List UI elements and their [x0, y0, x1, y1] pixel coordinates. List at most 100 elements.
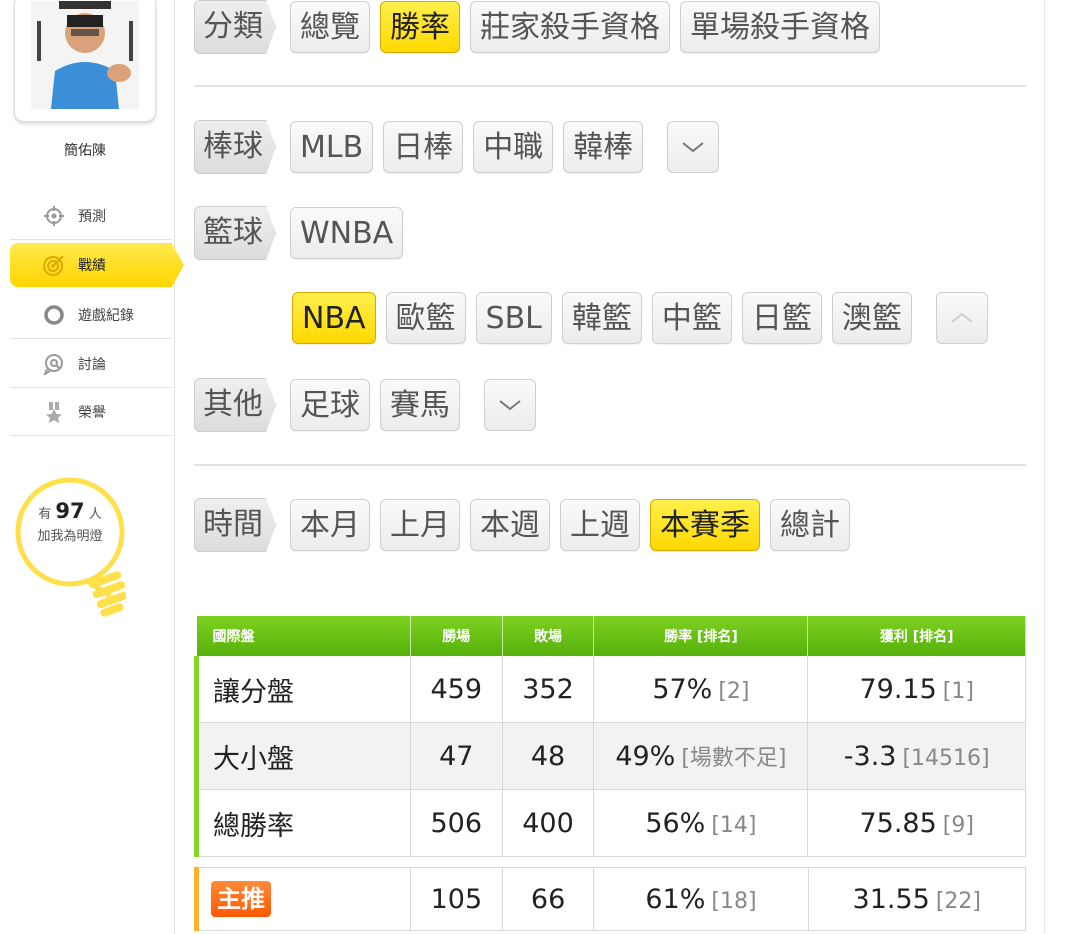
basketball-option-sbl[interactable]: SBL: [475, 292, 552, 344]
divider: [194, 464, 1026, 466]
basketball-option-nbl[interactable]: 澳籃: [831, 292, 912, 344]
crosshair-icon: [40, 205, 68, 227]
rate-rank: [2]: [718, 678, 750, 704]
nav-record[interactable]: 戰績: [10, 243, 184, 287]
row-profit: 31.55 [22]: [808, 867, 1026, 931]
row-losses: 352: [502, 656, 595, 723]
featured-name-cell: 主推: [193, 867, 412, 931]
user-name: 簡佑陳: [64, 143, 106, 159]
basketball-option-kbl[interactable]: 韓籃: [561, 292, 642, 344]
category-option-banker-killer[interactable]: 莊家殺手資格: [470, 1, 670, 53]
row-win-rate: 57% [2]: [593, 656, 809, 723]
target-icon: [40, 253, 68, 277]
basketball-filter: 籃球 WNBA: [194, 206, 413, 260]
other-option-soccer[interactable]: 足球: [290, 379, 370, 431]
basketball-option-wnba[interactable]: WNBA: [290, 207, 404, 259]
nav-label: 戰績: [78, 258, 106, 274]
nav-label: 遊戲紀錄: [78, 307, 134, 324]
table-row: 總勝率 506 400 56% [14] 75.85 [9]: [194, 789, 1026, 857]
chat-search-icon: [40, 353, 68, 375]
header-market: 國際盤: [196, 616, 411, 656]
row-losses: 400: [502, 789, 595, 857]
chevron-down-icon: [682, 142, 704, 153]
baseball-expand-button[interactable]: [667, 121, 720, 173]
baseball-filter: 棒球 MLB 日棒 中職 韓棒: [194, 120, 720, 174]
profit-rank: [1]: [942, 678, 974, 704]
nav-discuss[interactable]: 討論: [10, 340, 172, 388]
table-row: 讓分盤 459 352 57% [2] 79.15 [1]: [194, 656, 1026, 723]
time-option-last-week[interactable]: 上週: [560, 499, 640, 551]
header-win-rate: 勝率 [排名]: [593, 616, 809, 656]
stats-table: 國際盤 勝場 敗場 勝率 [排名] 獲利 [排名] 讓分盤 459 352 57…: [194, 616, 1026, 857]
table-header-row: 國際盤 勝場 敗場 勝率 [排名] 獲利 [排名]: [196, 616, 1026, 656]
time-option-this-week[interactable]: 本週: [470, 499, 550, 551]
profit-value: 75.85: [859, 807, 937, 839]
row-name: 總勝率: [194, 789, 411, 857]
baseball-option-cpbl[interactable]: 中職: [473, 121, 554, 173]
category-option-winrate[interactable]: 勝率: [380, 1, 460, 53]
basketball-option-cba[interactable]: 中籃: [651, 292, 732, 344]
header-wins: 勝場: [410, 616, 503, 656]
profit-rank: [9]: [942, 812, 974, 838]
time-option-last-month[interactable]: 上月: [380, 499, 460, 551]
fans-suffix: 人: [88, 507, 102, 522]
profit-value: 79.15: [859, 673, 937, 705]
time-option-this-month[interactable]: 本月: [290, 499, 370, 551]
nav-honor[interactable]: 榮譽: [10, 388, 172, 436]
fans-counter[interactable]: 有 97 人 加我為明燈: [18, 500, 122, 548]
fans-cta: 加我為明燈: [37, 529, 103, 544]
rate-value: 57%: [652, 673, 713, 705]
other-option-horse-racing[interactable]: 賽馬: [380, 379, 460, 431]
avatar[interactable]: [14, 0, 156, 122]
baseball-option-kbo[interactable]: 韓棒: [563, 121, 644, 173]
basketball-tag: 籃球: [194, 206, 276, 260]
baseball-tag: 棒球: [194, 120, 276, 174]
row-profit: 79.15 [1]: [807, 656, 1026, 723]
row-profit: 75.85 [9]: [807, 789, 1026, 857]
nav-game-log[interactable]: 遊戲紀錄: [10, 291, 172, 339]
header-profit: 獲利 [排名]: [807, 616, 1026, 656]
row-profit: -3.3 [14516]: [807, 722, 1026, 790]
category-option-single-killer[interactable]: 單場殺手資格: [680, 1, 880, 53]
table-row: 大小盤 47 48 49% [場數不足] -3.3 [14516]: [194, 722, 1026, 790]
baseball-option-npb[interactable]: 日棒: [383, 121, 464, 173]
featured-row: 主推 105 66 61% [18] 31.55 [22]: [193, 867, 1026, 931]
chevron-down-icon: [499, 400, 521, 411]
fans-count: 97: [55, 499, 85, 523]
basketball-option-euro[interactable]: 歐籃: [385, 292, 466, 344]
row-wins: 459: [410, 656, 503, 723]
other-filter: 其他 足球 賽馬: [194, 378, 536, 432]
time-filter: 時間 本月 上月 本週 上週 本賽季 總計: [194, 498, 860, 552]
category-tag: 分類: [194, 0, 276, 54]
time-option-total[interactable]: 總計: [770, 499, 850, 551]
rate-value: 61%: [645, 883, 706, 915]
rate-rank: [14]: [711, 812, 757, 838]
other-expand-button[interactable]: [484, 379, 536, 431]
time-tag: 時間: [194, 498, 276, 552]
nav-label: 討論: [78, 356, 106, 373]
category-filter: 分類 總覽 勝率 莊家殺手資格 單場殺手資格: [194, 0, 890, 54]
row-name: 讓分盤: [194, 656, 411, 723]
row-win-rate: 56% [14]: [593, 789, 809, 857]
basketball-option-jbl[interactable]: 日籃: [741, 292, 822, 344]
profit-rank: [14516]: [902, 745, 990, 771]
category-option-overview[interactable]: 總覽: [290, 1, 370, 53]
row-name: 大小盤: [194, 722, 411, 790]
basketball-collapse-button[interactable]: [935, 292, 988, 344]
avatar-photo: [31, 1, 139, 109]
nav-predict[interactable]: 預測: [10, 192, 172, 240]
rate-value: 49%: [615, 741, 676, 772]
baseball-option-mlb[interactable]: MLB: [290, 121, 374, 173]
medal-icon: [40, 401, 68, 423]
time-option-this-season[interactable]: 本賽季: [650, 499, 760, 551]
row-losses: 48: [502, 722, 595, 790]
other-tag: 其他: [194, 378, 276, 432]
featured-table: 主推 105 66 61% [18] 31.55 [22]: [193, 867, 1026, 931]
profit-value: -3.3: [843, 740, 897, 772]
basketball-expanded-options: NBA 歐籃 SBL 韓籃 中籃 日籃 澳籃: [292, 292, 988, 344]
rate-value: 56%: [645, 807, 706, 839]
fans-prefix: 有: [38, 507, 52, 522]
basketball-option-nba[interactable]: NBA: [292, 292, 376, 344]
content-border: [1044, 0, 1045, 934]
row-losses: 66: [502, 867, 595, 931]
